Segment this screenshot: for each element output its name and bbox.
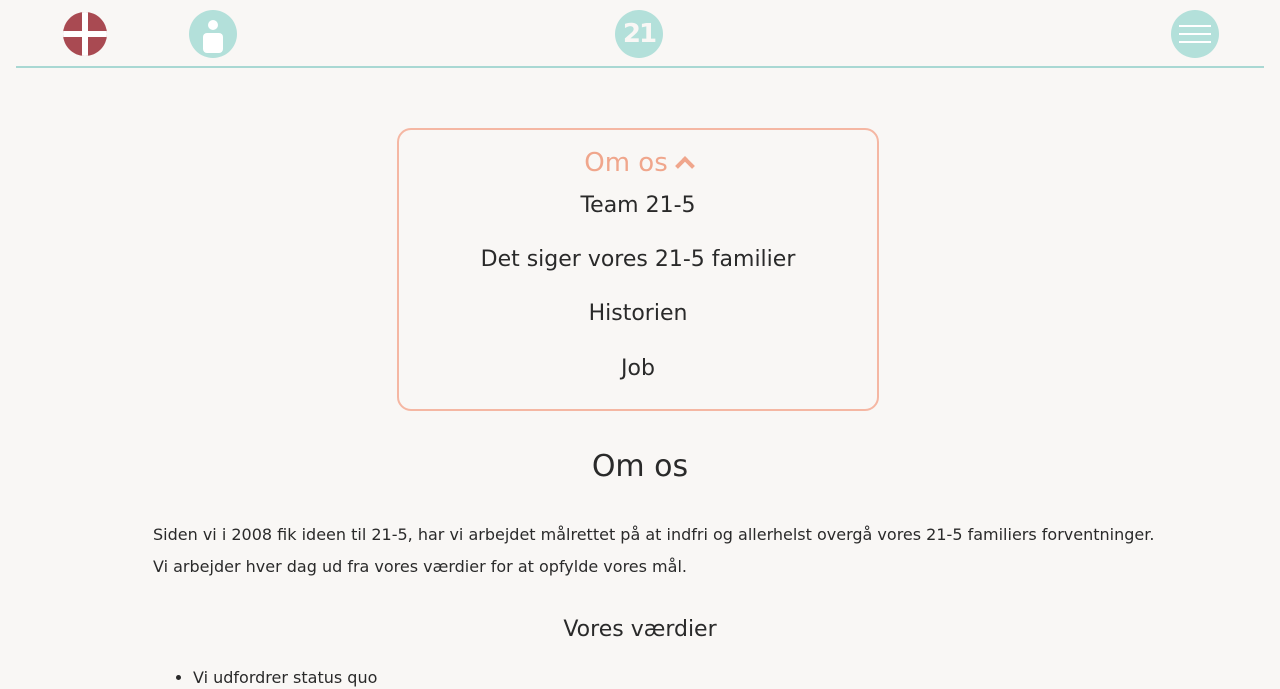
submenu-item-history[interactable]: Historien — [399, 299, 877, 329]
site-header: 21 — [16, 0, 1264, 68]
list-item: Vi udfordrer status quo — [176, 668, 377, 688]
values-intro-paragraph: Vi arbejder hver dag ud fra vores værdie… — [153, 557, 687, 576]
logo[interactable]: 21 — [615, 10, 663, 58]
bullet-icon — [176, 675, 181, 680]
values-heading: Vores værdier — [563, 617, 717, 642]
submenu-toggle[interactable]: Om os — [399, 147, 877, 179]
chevron-up-icon — [674, 156, 695, 176]
user-icon[interactable] — [189, 10, 237, 58]
value-label: Vi udfordrer status quo — [193, 668, 378, 687]
denmark-flag-icon[interactable] — [63, 12, 107, 56]
submenu-item-team[interactable]: Team 21-5 — [399, 191, 877, 221]
page-title: Om os — [591, 449, 689, 484]
about-submenu: Om os Team 21-5 Det siger vores 21-5 fam… — [397, 128, 879, 411]
submenu-item-job[interactable]: Job — [399, 354, 877, 384]
submenu-item-testimonials[interactable]: Det siger vores 21-5 familier — [399, 245, 877, 275]
intro-paragraph: Siden vi i 2008 fik ideen til 21-5, har … — [153, 525, 1155, 544]
hamburger-menu-icon[interactable] — [1171, 10, 1219, 58]
submenu-title: Om os — [584, 148, 668, 178]
logo-text: 21 — [622, 19, 657, 49]
